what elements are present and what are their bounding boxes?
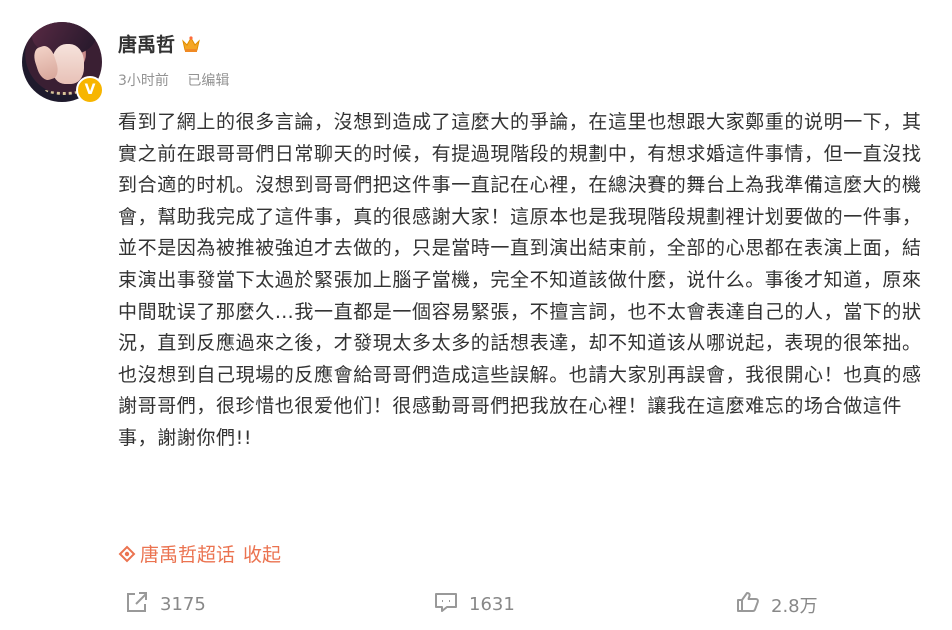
thumbs-up-icon bbox=[735, 590, 771, 619]
post-time[interactable]: 3小时前 bbox=[118, 73, 169, 89]
verified-badge: V bbox=[76, 76, 104, 104]
author-name-row: 唐禹哲 bbox=[118, 30, 201, 57]
comment-button[interactable]: 1631 bbox=[433, 590, 515, 619]
repost-count: 3175 bbox=[160, 594, 206, 615]
post-meta: 3小时前 已编辑 bbox=[118, 70, 229, 90]
supertopic-icon bbox=[118, 545, 136, 563]
author-avatar[interactable]: V bbox=[22, 22, 104, 104]
edited-label[interactable]: 已编辑 bbox=[187, 73, 229, 89]
author-name[interactable]: 唐禹哲 bbox=[118, 30, 175, 57]
topic-row: 唐禹哲超话 收起 bbox=[118, 540, 281, 567]
post-body: 看到了網上的很多言論，沒想到造成了這麼大的爭論，在這里也想跟大家鄭重的说明一下，… bbox=[118, 111, 922, 449]
like-count: 2.8万 bbox=[771, 595, 818, 617]
like-button[interactable]: 2.8万 bbox=[735, 590, 818, 619]
comment-icon bbox=[433, 590, 469, 619]
comment-count: 1631 bbox=[469, 594, 515, 615]
action-bar: 3175 1631 2.8万 bbox=[0, 590, 952, 620]
supertopic-link[interactable]: 唐禹哲超话 bbox=[140, 540, 235, 567]
repost-button[interactable]: 3175 bbox=[124, 590, 206, 619]
repost-icon bbox=[124, 590, 160, 619]
collapse-button[interactable]: 收起 bbox=[243, 540, 281, 567]
crown-icon bbox=[181, 35, 201, 53]
